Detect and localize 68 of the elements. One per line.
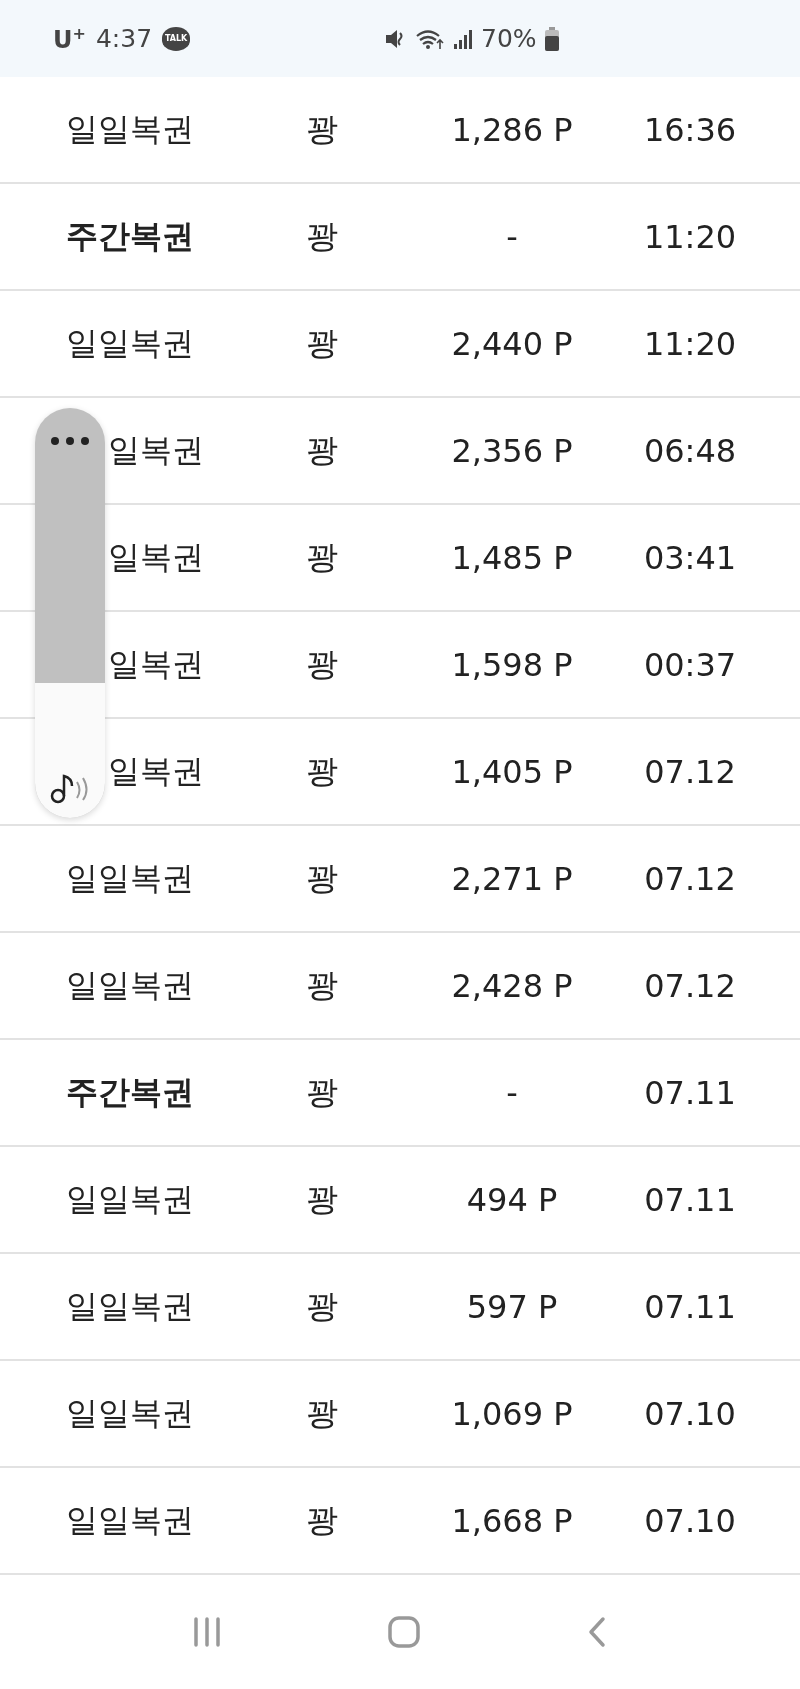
points-text: 597 P: [466, 1287, 558, 1326]
carrier-label: U$^{+}$: [53, 23, 86, 54]
battery-percent: 70%: [481, 24, 537, 53]
points-text: 2,356 P: [451, 431, 573, 470]
result-text: 꽝: [306, 964, 338, 1006]
result-text: 꽝: [306, 429, 338, 471]
time-text: 07.11: [644, 1073, 736, 1112]
volume-slider[interactable]: [35, 408, 105, 818]
result-text: 꽝: [306, 1499, 338, 1541]
lottery-name: 일일복권: [66, 322, 194, 364]
time-text: 00:37: [643, 645, 737, 684]
lottery-name: 일복권: [108, 429, 204, 471]
lottery-name: 일일복권: [66, 964, 194, 1006]
result-text: 꽝: [306, 536, 338, 578]
battery-icon: [544, 26, 559, 51]
result-text: 꽝: [306, 1178, 338, 1220]
points-text: 1,598 P: [451, 645, 573, 684]
lottery-name: 일일복권: [66, 857, 194, 899]
lottery-name: 주간복권: [66, 215, 194, 257]
result-text: 꽝: [306, 215, 338, 257]
time-text: 03:41: [643, 538, 737, 577]
recent-apps-icon[interactable]: [193, 1617, 222, 1647]
points-text: 1,286 P: [451, 110, 573, 149]
time-text: 07.11: [644, 1287, 736, 1326]
time-text: 06:48: [643, 431, 737, 470]
time-text: 16:36: [643, 110, 737, 149]
result-text: 꽝: [306, 857, 338, 899]
lottery-name: 일일복권: [66, 1285, 194, 1327]
time-text: 07.11: [644, 1180, 736, 1219]
points-text: 1,405 P: [451, 752, 573, 791]
points-text: 2,271 P: [451, 859, 573, 898]
time-text: 11:20: [643, 324, 737, 363]
time-text: 11:20: [643, 217, 737, 256]
lottery-name: 일복권: [108, 536, 204, 578]
points-text: -: [506, 1073, 518, 1112]
lottery-name: 일일복권: [66, 108, 194, 150]
lottery-name: 일일복권: [66, 1499, 194, 1541]
points-text: 1,069 P: [451, 1394, 573, 1433]
chat-notification-icon: TALK: [162, 26, 191, 51]
points-text: 2,440 P: [451, 324, 573, 363]
points-text: -: [506, 217, 518, 256]
time-text: 07.12: [644, 859, 736, 898]
points-text: 494 P: [466, 1180, 558, 1219]
back-icon[interactable]: [586, 1616, 607, 1648]
lottery-name: 주간복권: [66, 1071, 194, 1113]
clock: 4:37: [95, 24, 153, 53]
wifi-icon: [415, 27, 446, 50]
home-icon[interactable]: [388, 1616, 420, 1648]
result-text: 꽝: [306, 643, 338, 685]
time-text: 07.12: [644, 966, 736, 1005]
result-text: 꽝: [306, 1071, 338, 1113]
time-text: 07.12: [644, 752, 736, 791]
lottery-name: 일복권: [108, 750, 204, 792]
result-text: 꽝: [306, 750, 338, 792]
result-text: 꽝: [306, 1285, 338, 1327]
points-text: 2,428 P: [451, 966, 573, 1005]
lottery-name: 일복권: [108, 643, 204, 685]
result-text: 꽝: [306, 322, 338, 364]
points-text: 1,485 P: [451, 538, 573, 577]
time-text: 07.10: [644, 1501, 736, 1540]
more-options-icon[interactable]: [50, 436, 90, 446]
time-text: 07.10: [644, 1394, 736, 1433]
points-text: 1,668 P: [451, 1501, 573, 1540]
lottery-name: 일일복권: [66, 1392, 194, 1434]
lottery-name: 일일복권: [66, 1178, 194, 1220]
result-text: 꽝: [306, 1392, 338, 1434]
result-text: 꽝: [306, 108, 338, 150]
signal-icon: [453, 27, 474, 50]
